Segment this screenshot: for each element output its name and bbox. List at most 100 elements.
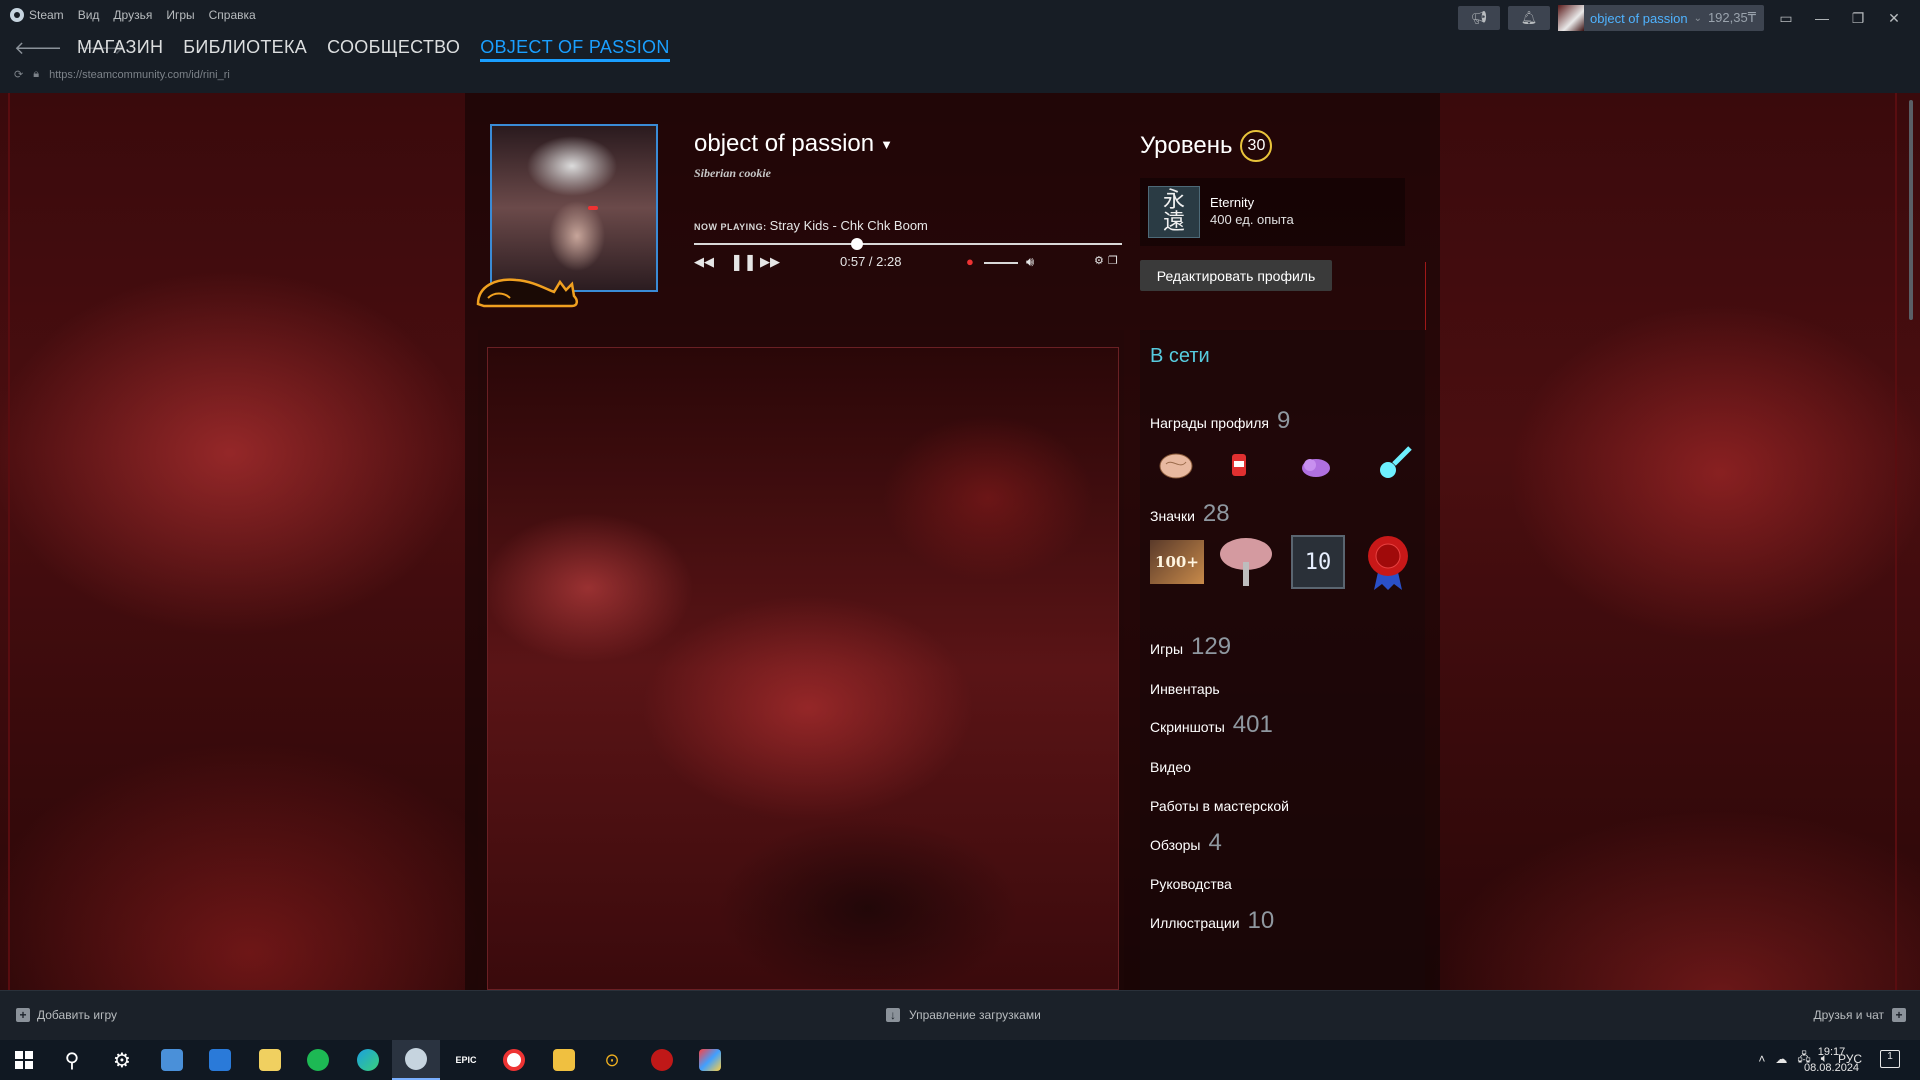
- notepad-app-icon[interactable]: [246, 1040, 294, 1080]
- settings-icon[interactable]: ⚙: [1094, 254, 1104, 267]
- maximize-button[interactable]: ❐: [1844, 10, 1872, 27]
- mute-icon[interactable]: ●: [966, 254, 974, 269]
- badges-link[interactable]: Значки 28: [1150, 500, 1230, 528]
- caret-down-icon[interactable]: ▼: [880, 137, 893, 152]
- back-arrow-icon[interactable]: 🡐: [14, 38, 62, 59]
- title-bar-right: 📢︎ 🔔︎ object of passion ⌄ 192,35₸ ▭ — ❐ …: [1457, 0, 1920, 36]
- menu-help[interactable]: Справка: [209, 8, 256, 22]
- edge-app-icon[interactable]: [344, 1040, 392, 1080]
- stat-artwork[interactable]: Иллюстрации 10: [1150, 907, 1274, 935]
- menu-games[interactable]: Игры: [166, 8, 194, 22]
- lock-icon: 🔒︎: [33, 68, 40, 80]
- stat-label: Скриншоты: [1150, 719, 1225, 735]
- friends-label: Друзья и чат: [1813, 1008, 1884, 1022]
- onedrive-icon[interactable]: ☁: [1775, 1052, 1787, 1066]
- colorful-app-icon[interactable]: [686, 1040, 734, 1080]
- seal-badge-icon[interactable]: [1364, 534, 1412, 590]
- track-time: 0:57 / 2:28: [840, 254, 902, 269]
- profile-subtitle: Siberian cookie: [694, 166, 771, 180]
- reload-icon[interactable]: ⟳: [14, 68, 23, 81]
- close-button[interactable]: ✕: [1880, 10, 1908, 27]
- friends-chat-button[interactable]: Друзья и чат +: [1814, 1008, 1906, 1022]
- tree-badge-icon[interactable]: [1218, 534, 1274, 590]
- chevron-up-icon[interactable]: ˄: [1758, 1052, 1765, 1066]
- store-app-icon[interactable]: [148, 1040, 196, 1080]
- featured-badge[interactable]: 永 遠 Eternity 400 ед. опыта: [1140, 178, 1405, 246]
- divider: [1425, 262, 1426, 330]
- clock-time: 19:17: [1817, 1046, 1846, 1058]
- years-badge-icon[interactable]: 10: [1291, 535, 1345, 589]
- edit-profile-button[interactable]: Редактировать профиль: [1140, 260, 1332, 291]
- popout-icon[interactable]: ❐: [1108, 254, 1118, 267]
- search-icon[interactable]: ⚲: [48, 1040, 96, 1080]
- mail-app-icon[interactable]: [196, 1040, 244, 1080]
- steam-menu-label: Steam: [29, 8, 64, 22]
- spotify-app-icon[interactable]: [294, 1040, 342, 1080]
- big-picture-icon[interactable]: ▭: [1772, 10, 1800, 27]
- yandex-browser-icon[interactable]: [490, 1040, 538, 1080]
- showcase-artwork[interactable]: [487, 347, 1119, 990]
- scrollbar[interactable]: [1909, 100, 1913, 320]
- minimize-button[interactable]: —: [1808, 10, 1836, 26]
- volume-icon[interactable]: 🔊︎: [1026, 254, 1034, 270]
- right-border: [1895, 93, 1897, 990]
- level-label: Уровень: [1140, 132, 1233, 159]
- pause-icon[interactable]: ❚❚: [730, 252, 757, 272]
- nav-store[interactable]: МАГАЗИН: [77, 37, 163, 62]
- gaming-app-icon[interactable]: [638, 1040, 686, 1080]
- notification-center-icon[interactable]: 1: [1880, 1050, 1900, 1068]
- steam-menu[interactable]: Steam: [10, 8, 64, 22]
- level-badge[interactable]: 30: [1240, 130, 1273, 162]
- stat-videos[interactable]: Видео: [1150, 759, 1191, 775]
- epic-games-icon[interactable]: EPIC: [442, 1040, 490, 1080]
- comet-award-icon[interactable]: [1380, 446, 1412, 478]
- steam-logo-icon: [10, 8, 24, 22]
- brain-award-icon[interactable]: [1159, 453, 1193, 479]
- stat-games[interactable]: Игры 129: [1150, 633, 1231, 661]
- start-button[interactable]: [0, 1040, 48, 1080]
- previous-icon[interactable]: ◀◀: [694, 254, 714, 270]
- awards-row: [1159, 446, 1412, 479]
- add-game-button[interactable]: + Добавить игру: [16, 1008, 117, 1022]
- badge-100-icon[interactable]: 100+: [1150, 540, 1204, 584]
- nav-community[interactable]: СООБЩЕСТВО: [327, 37, 460, 62]
- settings-gear-icon[interactable]: ⚙: [98, 1040, 146, 1080]
- stat-count: 10: [1247, 907, 1275, 934]
- profile-awards-link[interactable]: Награды профиля 9: [1150, 407, 1290, 435]
- announcements-button[interactable]: 📢︎: [1457, 6, 1500, 30]
- stat-inventory[interactable]: Инвентарь: [1150, 681, 1220, 697]
- profile-name[interactable]: object of passion ▼: [694, 130, 893, 158]
- menu-view[interactable]: Вид: [78, 8, 100, 22]
- clock-date: 08.08.2024: [1804, 1062, 1860, 1074]
- file-explorer-icon[interactable]: [540, 1040, 588, 1080]
- online-status: В сети: [1150, 345, 1210, 367]
- stat-workshop[interactable]: Работы в мастерской: [1150, 798, 1289, 814]
- camera-app-icon[interactable]: ⊙: [588, 1040, 636, 1080]
- account-menu[interactable]: object of passion ⌄ 192,35₸: [1557, 5, 1764, 31]
- track-title: Stray Kids - Chk Chk Boom: [769, 218, 928, 233]
- steam-app-icon[interactable]: [392, 1040, 440, 1080]
- player-controls: ◀◀ ❚❚ ▶▶ 0:57 / 2:28 ● 🔊︎ ⚙ ❐: [694, 254, 1122, 274]
- url-bar: ⟳ 🔒︎ https://steamcommunity.com/id/rini_…: [14, 68, 230, 81]
- add-game-label: Добавить игру: [37, 1008, 117, 1022]
- eternity-badge-icon: 永 遠: [1148, 186, 1200, 238]
- menu-friends[interactable]: Друзья: [113, 8, 152, 22]
- progress-knob[interactable]: [850, 238, 863, 250]
- notifications-button[interactable]: 🔔︎: [1507, 6, 1550, 30]
- stat-guides[interactable]: Руководства: [1150, 876, 1232, 892]
- stat-reviews[interactable]: Обзоры 4: [1150, 829, 1222, 857]
- nav-profile[interactable]: OBJECT OF PASSION: [480, 37, 670, 62]
- lips-award-icon[interactable]: [1302, 459, 1330, 477]
- menu-bar: Steam Вид Друзья Игры Справка: [10, 8, 256, 22]
- taskbar-clock[interactable]: 19:17 08.08.2024: [1804, 1044, 1859, 1076]
- ketchup-award-icon[interactable]: [1232, 454, 1246, 476]
- url-text[interactable]: https://steamcommunity.com/id/rini_ri: [49, 69, 230, 81]
- volume-slider[interactable]: [984, 262, 1018, 264]
- level-block: Уровень 30: [1140, 130, 1273, 162]
- now-playing: NOW PLAYING: Stray Kids - Chk Chk Boom: [694, 218, 928, 233]
- nav-library[interactable]: БИБЛИОТЕКА: [183, 37, 307, 62]
- next-icon[interactable]: ▶▶: [760, 254, 780, 270]
- stat-screenshots[interactable]: Скриншоты 401: [1150, 711, 1273, 739]
- downloads-button[interactable]: ↓ Управление загрузками: [886, 1008, 1041, 1022]
- track-progress[interactable]: [694, 238, 1122, 250]
